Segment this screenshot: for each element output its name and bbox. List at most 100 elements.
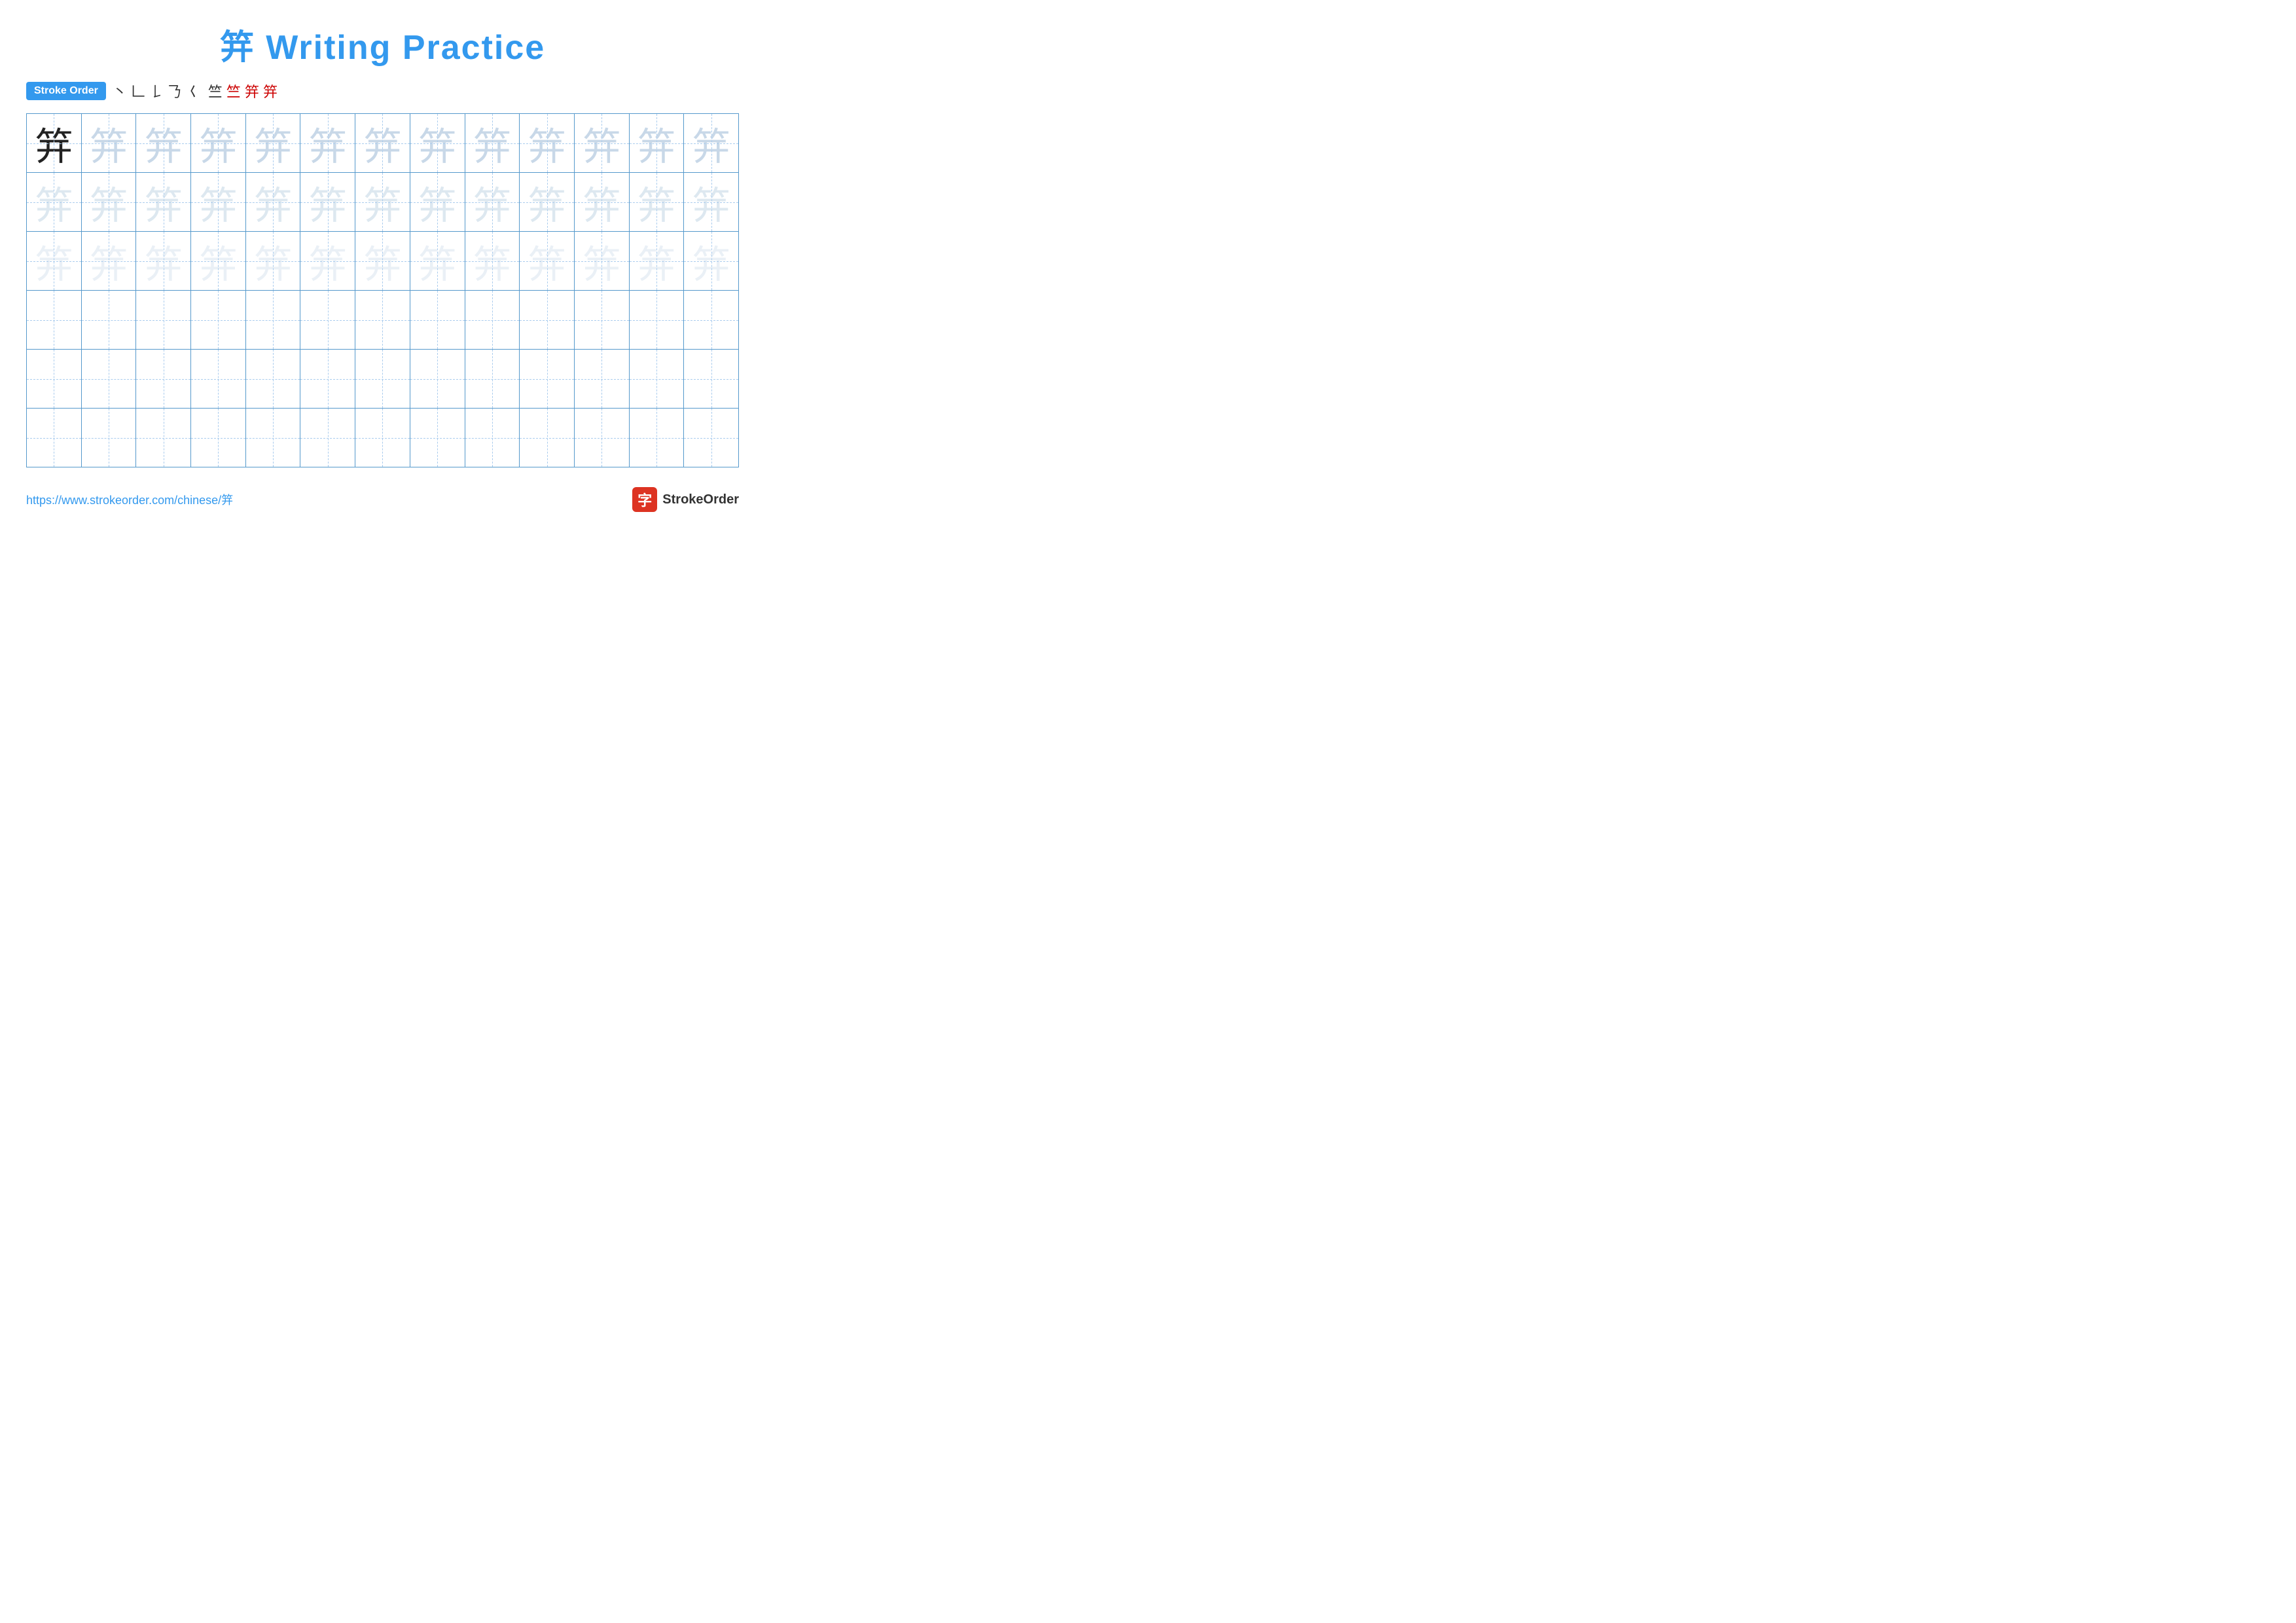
grid-cell[interactable] xyxy=(136,409,191,467)
grid-cell[interactable]: 笄 xyxy=(410,232,465,291)
grid-cell[interactable]: 笄 xyxy=(684,173,739,232)
grid-cell[interactable]: 笄 xyxy=(355,114,410,173)
grid-cell[interactable]: 笄 xyxy=(629,173,684,232)
grid-cell[interactable]: 笄 xyxy=(136,232,191,291)
grid-cell[interactable]: 笄 xyxy=(410,114,465,173)
grid-cell[interactable]: 笄 xyxy=(81,114,136,173)
stroke-order-row: Stroke Order 丶 𠃊 𠄌 𠄎 𡿨 𡿩 竺 竺 笄 笄 xyxy=(26,81,739,101)
grid-cell[interactable] xyxy=(355,291,410,350)
grid-cell[interactable]: 笄 xyxy=(465,114,520,173)
grid-cell[interactable]: 笄 xyxy=(355,232,410,291)
grid-cell[interactable]: 笄 xyxy=(465,232,520,291)
character-display: 笄 xyxy=(145,126,183,168)
character-display: 笄 xyxy=(35,185,73,227)
grid-cell[interactable] xyxy=(136,350,191,409)
grid-cell[interactable]: 笄 xyxy=(191,173,246,232)
grid-cell[interactable]: 笄 xyxy=(520,114,575,173)
grid-cell[interactable]: 笄 xyxy=(574,173,629,232)
grid-cell[interactable]: 笄 xyxy=(684,232,739,291)
grid-cell[interactable]: 笄 xyxy=(245,114,300,173)
grid-cell[interactable]: 笄 xyxy=(245,232,300,291)
grid-cell[interactable] xyxy=(629,291,684,350)
grid-cell[interactable]: 笄 xyxy=(574,114,629,173)
character-display: 笄 xyxy=(309,244,347,286)
grid-cell[interactable] xyxy=(191,291,246,350)
grid-cell[interactable] xyxy=(410,291,465,350)
grid-cell[interactable]: 笄 xyxy=(410,173,465,232)
grid-cell[interactable]: 笄 xyxy=(355,173,410,232)
grid-cell[interactable]: 笄 xyxy=(520,173,575,232)
footer-url[interactable]: https://www.strokeorder.com/chinese/笄 xyxy=(26,491,233,508)
grid-cell[interactable] xyxy=(300,291,355,350)
character-display: 笄 xyxy=(583,244,620,286)
grid-cell[interactable]: 笄 xyxy=(520,232,575,291)
grid-cell[interactable] xyxy=(684,291,739,350)
character-display: 笄 xyxy=(90,244,128,286)
grid-cell[interactable] xyxy=(300,409,355,467)
grid-cell[interactable] xyxy=(81,409,136,467)
grid-cell[interactable] xyxy=(520,409,575,467)
character-display: 笄 xyxy=(363,126,401,168)
grid-cell[interactable] xyxy=(27,350,82,409)
grid-cell[interactable] xyxy=(465,350,520,409)
grid-cell[interactable] xyxy=(465,409,520,467)
grid-cell[interactable]: 笄 xyxy=(300,173,355,232)
character-display: 笄 xyxy=(363,244,401,286)
grid-cell[interactable]: 笄 xyxy=(684,114,739,173)
grid-cell[interactable]: 笄 xyxy=(574,232,629,291)
grid-row-2: 笄 笄 笄 笄 笄 笄 笄 笄 笄 笄 笄 笄 笄 xyxy=(27,173,739,232)
grid-cell[interactable]: 笄 xyxy=(465,173,520,232)
grid-cell[interactable]: 笄 xyxy=(245,173,300,232)
grid-cell[interactable]: 笄 xyxy=(81,232,136,291)
character-display: 笄 xyxy=(199,244,237,286)
grid-cell[interactable] xyxy=(300,350,355,409)
grid-cell[interactable]: 笄 xyxy=(191,232,246,291)
grid-cell[interactable] xyxy=(574,291,629,350)
grid-cell[interactable] xyxy=(191,409,246,467)
grid-cell[interactable] xyxy=(191,350,246,409)
stroke-step-2: 𠃊 xyxy=(131,81,145,101)
grid-cell[interactable] xyxy=(684,350,739,409)
grid-cell[interactable] xyxy=(27,291,82,350)
grid-cell[interactable] xyxy=(465,291,520,350)
grid-cell[interactable]: 笄 xyxy=(629,232,684,291)
stroke-steps: 丶 𠃊 𠄌 𠄎 𡿨 𡿩 竺 竺 笄 笄 xyxy=(113,81,278,101)
stroke-step-8: 竺 xyxy=(226,81,241,101)
grid-cell[interactable] xyxy=(81,350,136,409)
grid-cell[interactable] xyxy=(520,350,575,409)
grid-cell[interactable]: 笄 xyxy=(136,173,191,232)
character-display: 笄 xyxy=(199,126,237,168)
character-display: 笄 xyxy=(692,126,730,168)
grid-cell[interactable]: 笄 xyxy=(136,114,191,173)
grid-cell[interactable] xyxy=(81,291,136,350)
grid-cell[interactable]: 笄 xyxy=(300,114,355,173)
grid-cell[interactable]: 笄 xyxy=(629,114,684,173)
grid-cell[interactable] xyxy=(629,350,684,409)
grid-cell[interactable]: 笄 xyxy=(81,173,136,232)
grid-cell[interactable] xyxy=(410,350,465,409)
character-display: 笄 xyxy=(692,185,730,227)
character-display: 笄 xyxy=(583,126,620,168)
character-display: 笄 xyxy=(418,244,456,286)
grid-cell[interactable] xyxy=(245,350,300,409)
grid-cell[interactable] xyxy=(245,409,300,467)
grid-cell[interactable]: 笄 xyxy=(27,173,82,232)
grid-cell[interactable] xyxy=(574,409,629,467)
grid-cell[interactable] xyxy=(410,409,465,467)
grid-cell[interactable] xyxy=(136,291,191,350)
grid-cell[interactable] xyxy=(355,350,410,409)
grid-cell[interactable] xyxy=(27,409,82,467)
grid-row-3: 笄 笄 笄 笄 笄 笄 笄 笄 笄 笄 笄 笄 笄 xyxy=(27,232,739,291)
character-display: 笄 xyxy=(418,126,456,168)
grid-cell[interactable] xyxy=(355,409,410,467)
character-display: 笄 xyxy=(528,126,566,168)
grid-cell[interactable]: 笄 xyxy=(27,114,82,173)
grid-cell[interactable] xyxy=(574,350,629,409)
grid-cell[interactable] xyxy=(684,409,739,467)
grid-cell[interactable] xyxy=(245,291,300,350)
grid-cell[interactable] xyxy=(520,291,575,350)
grid-cell[interactable] xyxy=(629,409,684,467)
grid-cell[interactable]: 笄 xyxy=(300,232,355,291)
grid-cell[interactable]: 笄 xyxy=(191,114,246,173)
grid-cell[interactable]: 笄 xyxy=(27,232,82,291)
